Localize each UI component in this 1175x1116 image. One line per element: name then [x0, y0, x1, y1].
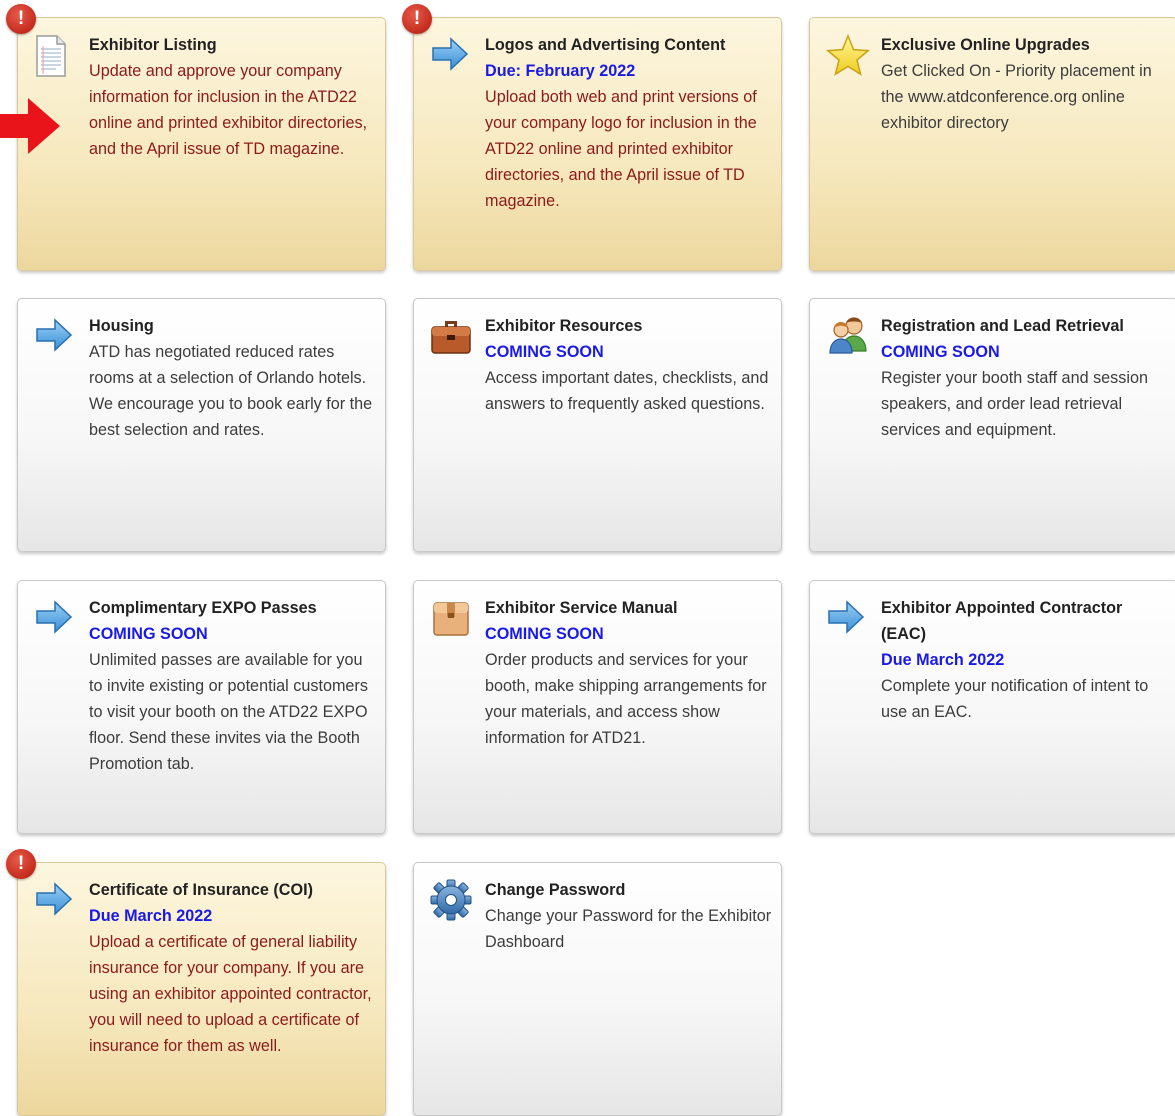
coming-soon-label: COMING SOON — [485, 343, 604, 361]
briefcase-icon — [430, 315, 471, 355]
card-complimentary-expo-passes[interactable]: Complimentary EXPO Passes COMING SOON Un… — [17, 580, 386, 834]
card-exclusive-online-upgrades[interactable]: Exclusive Online Upgrades Get Clicked On… — [809, 17, 1175, 271]
card-exhibitor-appointed-contractor[interactable]: Exhibitor Appointed Contractor (EAC) Due… — [809, 580, 1175, 834]
card-description: Unlimited passes are available for you t… — [89, 651, 368, 773]
card-title[interactable]: Exhibitor Listing — [89, 32, 379, 58]
arrow-right-icon — [34, 315, 74, 355]
card-description: Upload a certificate of general liabilit… — [89, 933, 372, 1055]
pointer-arrow-icon — [0, 98, 60, 154]
card-logos-advertising[interactable]: Logos and Advertising Content Due: Febru… — [413, 17, 782, 271]
card-change-password[interactable]: Change Password Change your Password for… — [413, 862, 782, 1116]
coming-soon-label: COMING SOON — [485, 625, 604, 643]
card-certificate-of-insurance[interactable]: Certificate of Insurance (COI) Due March… — [17, 862, 386, 1116]
arrow-right-icon — [34, 879, 74, 919]
card-description: Upload both web and print versions of yo… — [485, 88, 757, 210]
card-exhibitor-resources[interactable]: Exhibitor Resources COMING SOON Access i… — [413, 298, 782, 552]
alert-badge-icon: ! — [6, 849, 36, 879]
card-description: ATD has negotiated reduced rates rooms a… — [89, 343, 373, 439]
card-description: Update and approve your company informat… — [89, 62, 368, 158]
card-title[interactable]: Complimentary EXPO Passes — [89, 595, 379, 621]
card-description: Access important dates, checklists, and … — [485, 369, 769, 413]
box-icon — [430, 597, 470, 637]
card-registration-lead-retrieval[interactable]: Registration and Lead Retrieval COMING S… — [809, 298, 1175, 552]
card-title[interactable]: Housing — [89, 313, 379, 339]
star-icon — [826, 34, 870, 76]
card-description: Register your booth staff and session sp… — [881, 369, 1148, 439]
card-description: Get Clicked On - Priority placement in t… — [881, 62, 1152, 132]
arrow-right-icon — [826, 597, 866, 637]
card-housing[interactable]: Housing ATD has negotiated reduced rates… — [17, 298, 386, 552]
card-title[interactable]: Exhibitor Appointed Contractor (EAC) — [881, 595, 1171, 647]
coming-soon-label: COMING SOON — [881, 343, 1000, 361]
arrow-right-icon — [34, 597, 74, 637]
card-title[interactable]: Logos and Advertising Content — [485, 32, 775, 58]
alert-badge-icon: ! — [6, 4, 36, 34]
card-title[interactable]: Change Password — [485, 877, 775, 903]
card-exhibitor-listing[interactable]: Exhibitor Listing Update and approve you… — [17, 17, 386, 271]
card-description: Complete your notification of intent to … — [881, 677, 1149, 721]
document-icon — [34, 34, 74, 77]
card-description: Change your Password for the Exhibitor D… — [485, 907, 772, 951]
coming-soon-label: COMING SOON — [89, 625, 208, 643]
due-date: Due March 2022 — [89, 907, 213, 925]
arrow-right-icon — [430, 34, 470, 74]
card-title[interactable]: Exclusive Online Upgrades — [881, 32, 1171, 58]
card-title[interactable]: Exhibitor Service Manual — [485, 595, 775, 621]
due-date: Due March 2022 — [881, 651, 1005, 669]
card-description: Order products and services for your boo… — [485, 651, 767, 747]
users-icon — [826, 315, 867, 355]
card-title[interactable]: Registration and Lead Retrieval — [881, 313, 1171, 339]
alert-badge-icon: ! — [402, 4, 432, 34]
card-title[interactable]: Exhibitor Resources — [485, 313, 775, 339]
gear-icon — [430, 879, 472, 921]
due-date: Due: February 2022 — [485, 62, 636, 80]
card-title[interactable]: Certificate of Insurance (COI) — [89, 877, 379, 903]
card-exhibitor-service-manual[interactable]: Exhibitor Service Manual COMING SOON Ord… — [413, 580, 782, 834]
